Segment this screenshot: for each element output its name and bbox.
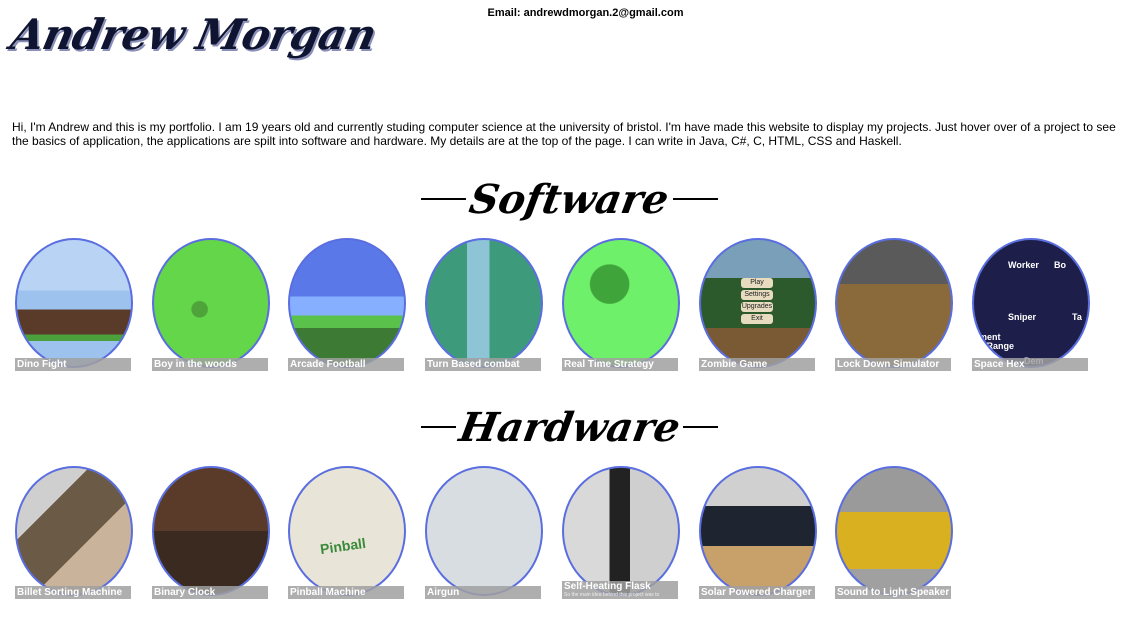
project-card[interactable]: Billet Sorting Machine: [15, 466, 133, 600]
project-caption: Real Time Strategy: [562, 358, 678, 371]
project-card[interactable]: Real Time Strategy: [562, 238, 680, 372]
project-caption: Arcade Football: [288, 358, 404, 371]
project-caption: Self-Heating Flask So the main idea behin…: [562, 581, 678, 599]
project-caption: Solar Powered Charger: [699, 586, 815, 599]
space-hex-label: Ta: [1072, 312, 1082, 322]
project-caption: Binary Clock: [152, 586, 268, 599]
hardware-heading-text: Hardware: [455, 403, 684, 451]
zombie-menu-item: Exit: [741, 314, 773, 324]
project-thumbnail[interactable]: [699, 466, 817, 596]
project-thumbnail[interactable]: [835, 466, 953, 596]
project-title: Binary Clock: [154, 587, 216, 598]
project-thumbnail[interactable]: [152, 238, 270, 368]
project-thumbnail[interactable]: [15, 466, 133, 596]
project-title: Solar Powered Charger: [701, 587, 812, 598]
space-hex-label: Sniper: [1008, 312, 1037, 322]
project-caption: Sound to Light Speaker: [835, 586, 951, 599]
project-title: Lock Down Simulator: [837, 359, 940, 370]
project-card[interactable]: Boy in the woods: [152, 238, 270, 372]
project-thumbnail[interactable]: [425, 466, 543, 596]
project-title: Pinball Machine: [290, 587, 366, 598]
project-caption: Pinball Machine: [288, 586, 404, 599]
project-title: Zombie Game: [701, 359, 768, 370]
project-title: Dino Fight: [17, 359, 67, 370]
project-caption: Boy in the woods: [152, 358, 268, 371]
email-contact: Email: andrewdmorgan.2@gmail.com: [487, 7, 684, 19]
software-heading-text: Software: [466, 175, 673, 223]
project-card[interactable]: Dino Fight: [15, 238, 133, 372]
project-caption: Dino Fight: [15, 358, 131, 371]
space-hex-label: Worker: [1008, 260, 1039, 270]
project-subtitle: So the main idea behind this project was…: [564, 592, 660, 598]
heading-rule-left: [421, 426, 456, 428]
project-title: Sound to Light Speaker: [837, 587, 950, 598]
zombie-menu-item: Settings: [741, 290, 773, 300]
project-caption: Space Hex: [972, 358, 1088, 371]
project-card[interactable]: Binary Clock: [152, 466, 270, 600]
project-card[interactable]: Self-Heating Flask So the main idea behin…: [562, 466, 680, 600]
intro-paragraph: Hi, I'm Andrew and this is my portfolio.…: [12, 120, 1116, 148]
project-thumbnail[interactable]: [562, 238, 680, 368]
project-thumbnail[interactable]: [15, 238, 133, 368]
project-caption: Lock Down Simulator: [835, 358, 951, 371]
zombie-menu-item: Play: [741, 278, 773, 288]
hardware-heading: Hardware: [421, 402, 719, 452]
project-card[interactable]: Solar Powered Charger: [699, 466, 817, 600]
project-thumbnail[interactable]: Pinball: [288, 466, 406, 596]
pinball-logo-text: Pinball: [319, 534, 367, 558]
space-hex-label: ck Range: [974, 341, 1015, 351]
project-title: Airgun: [427, 587, 460, 598]
project-title: Boy in the woods: [154, 359, 237, 370]
project-card[interactable]: Play Settings Upgrades Exit Zombie Game: [699, 238, 817, 372]
project-thumbnail[interactable]: [425, 238, 543, 368]
project-card[interactable]: Lock Down Simulator: [835, 238, 953, 372]
project-thumbnail[interactable]: [562, 466, 680, 596]
heading-rule-right: [683, 426, 719, 428]
project-title: Billet Sorting Machine: [17, 587, 123, 598]
software-heading: Software: [421, 174, 718, 224]
project-title: Space Hex: [974, 359, 1025, 370]
project-card[interactable]: Sound to Light Speaker: [835, 466, 953, 600]
project-title: Self-Heating Flask: [564, 581, 651, 592]
project-card[interactable]: Arcade Football: [288, 238, 406, 372]
zombie-menu-item: Upgrades: [741, 302, 773, 312]
project-thumbnail[interactable]: Play Settings Upgrades Exit: [699, 238, 817, 368]
project-title: Real Time Strategy: [564, 359, 654, 370]
heading-rule-right: [672, 198, 718, 200]
project-card[interactable]: WorkerSnipererBoTaementck RangeDemSpace …: [972, 238, 1090, 372]
project-card[interactable]: Turn Based combat: [425, 238, 543, 372]
project-title: Turn Based combat: [427, 359, 520, 370]
project-card[interactable]: Pinball Pinball Machine: [288, 466, 406, 600]
space-hex-label: er: [974, 260, 983, 270]
project-card[interactable]: Airgun: [425, 466, 543, 600]
project-thumbnail[interactable]: [152, 466, 270, 596]
project-caption: Zombie Game: [699, 358, 815, 371]
project-thumbnail[interactable]: WorkerSnipererBoTaementck RangeDem: [972, 238, 1090, 368]
project-caption: Airgun: [425, 586, 541, 599]
project-title: Arcade Football: [290, 359, 366, 370]
project-thumbnail[interactable]: [835, 238, 953, 368]
heading-rule-left: [421, 198, 467, 200]
project-thumbnail[interactable]: [288, 238, 406, 368]
project-caption: Turn Based combat: [425, 358, 541, 371]
project-caption: Billet Sorting Machine: [15, 586, 131, 599]
space-hex-label: Bo: [1054, 260, 1066, 270]
